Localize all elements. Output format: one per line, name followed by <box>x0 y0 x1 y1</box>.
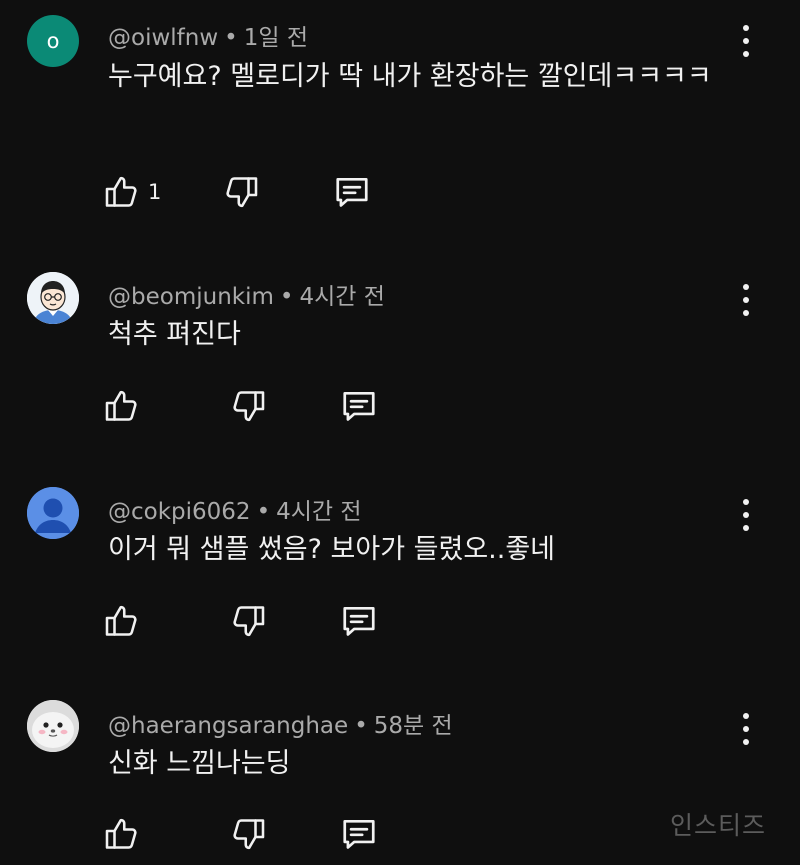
avatar[interactable] <box>27 272 79 324</box>
watermark: 인스티즈 <box>670 811 767 840</box>
comment-list: o @oiwlfnw • 1일 전 누구예요? 멜로디가 딱 내가 환장하는 깔인데… <box>0 0 800 865</box>
like-button[interactable] <box>104 386 140 426</box>
avatar[interactable] <box>27 487 79 539</box>
comment-meta: @haerangsaranghae • 58분 전 <box>108 706 453 740</box>
comment-meta: @cokpi6062 • 4시간 전 <box>108 492 362 526</box>
default-profile-icon <box>27 487 79 539</box>
comment-username[interactable]: @haerangsaranghae <box>108 713 348 739</box>
comment-time[interactable]: 4시간 전 <box>299 284 384 310</box>
thumbs-up-icon <box>105 390 137 421</box>
thumbs-down-icon <box>226 177 258 208</box>
avatar[interactable] <box>27 700 79 752</box>
thumbs-down-icon <box>233 391 265 422</box>
comment-username[interactable]: @beomjunkim <box>108 284 274 310</box>
thumbs-down-icon <box>233 606 265 637</box>
reply-button[interactable] <box>340 601 378 641</box>
comment-time[interactable]: 4시간 전 <box>276 499 361 525</box>
comment-meta: @beomjunkim • 4시간 전 <box>108 277 385 311</box>
reply-icon <box>343 819 375 849</box>
thumbs-up-icon <box>105 818 137 849</box>
thumbs-down-icon <box>233 819 265 850</box>
meta-separator: • <box>354 713 368 739</box>
avatar[interactable]: o <box>27 15 79 67</box>
comment-actions: 1 <box>104 172 371 212</box>
reply-button[interactable] <box>340 386 378 426</box>
like-count: 1 <box>148 180 162 204</box>
comment-actions <box>104 386 378 426</box>
reply-icon <box>343 391 375 421</box>
comment-text: 이거 뭐 샘플 썼음? 보아가 들렸오..좋네 <box>108 534 556 565</box>
comment-username[interactable]: @oiwlfnw <box>108 25 218 51</box>
meta-separator: • <box>224 25 238 51</box>
dislike-button[interactable] <box>230 601 266 641</box>
dislike-button[interactable] <box>230 814 266 854</box>
meta-separator: • <box>279 284 294 310</box>
reply-button[interactable] <box>340 814 378 854</box>
comment-text: 신화 느낌나는딩 <box>108 748 291 779</box>
comment-actions <box>104 814 378 854</box>
more-options-icon[interactable] <box>732 25 760 57</box>
reply-button[interactable] <box>333 172 371 212</box>
like-button[interactable] <box>104 601 140 641</box>
dislike-button[interactable] <box>230 386 266 426</box>
thumbs-up-icon <box>105 176 137 207</box>
comment-time[interactable]: 58분 전 <box>374 713 453 739</box>
like-button[interactable]: 1 <box>104 172 161 212</box>
thumbs-up-icon <box>105 605 137 636</box>
dislike-button[interactable] <box>223 172 259 212</box>
comment-actions <box>104 601 378 641</box>
reply-icon <box>343 606 375 636</box>
reply-icon <box>336 177 368 207</box>
cartoon-avatar-icon <box>27 272 79 324</box>
comment-text: 누구예요? 멜로디가 딱 내가 환장하는 깔인데ㅋㅋㅋㅋ <box>108 61 712 92</box>
meta-separator: • <box>256 499 271 525</box>
comment-meta: @oiwlfnw • 1일 전 <box>108 18 308 52</box>
seal-avatar-icon <box>27 700 79 752</box>
comment-text: 척추 펴진다 <box>108 319 241 350</box>
avatar-letter: o <box>46 29 60 53</box>
comment-username[interactable]: @cokpi6062 <box>108 499 251 525</box>
comment-time[interactable]: 1일 전 <box>244 25 308 51</box>
like-button[interactable] <box>104 814 140 854</box>
